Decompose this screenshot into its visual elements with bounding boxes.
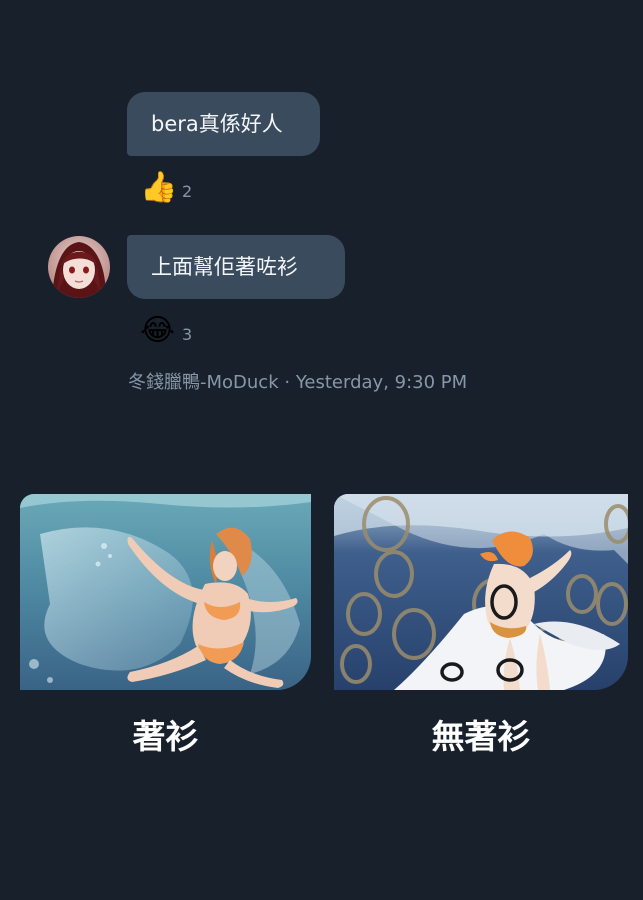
avatar[interactable] bbox=[48, 236, 110, 298]
message-text: 上面幫佢著咗衫 bbox=[151, 255, 298, 279]
reaction-pill[interactable]: 😂 3 bbox=[140, 311, 192, 351]
chat-thread: bera真係好人 👍 2 上面幫佢著咗衫 😂 3 冬錢臘鴨-MoDuck · Y… bbox=[0, 0, 643, 440]
message-meta: 冬錢臘鴨-MoDuck · Yesterday, 9:30 PM bbox=[128, 368, 467, 394]
illustration-unclothed[interactable] bbox=[334, 494, 628, 690]
illustration-clothed[interactable] bbox=[20, 494, 311, 690]
reaction-count: 3 bbox=[182, 324, 193, 344]
thumbs-up-icon: 👍 bbox=[140, 170, 178, 205]
timestamp: Yesterday, 9:30 PM bbox=[295, 372, 468, 393]
caption-unclothed: 無著衫 bbox=[431, 717, 531, 756]
caption-clothed: 著衫 bbox=[132, 717, 199, 756]
sender-name[interactable]: 冬錢臘鴨-MoDuck bbox=[128, 372, 279, 393]
reaction-pill[interactable]: 👍 2 bbox=[140, 168, 192, 208]
message-bubble[interactable]: 上面幫佢著咗衫 bbox=[127, 235, 345, 299]
message-bubble[interactable]: bera真係好人 bbox=[127, 92, 320, 156]
message-text: bera真係好人 bbox=[151, 112, 283, 136]
laughing-tears-icon: 😂 bbox=[140, 313, 176, 348]
reaction-count: 2 bbox=[182, 181, 193, 201]
meta-separator: · bbox=[278, 372, 296, 393]
